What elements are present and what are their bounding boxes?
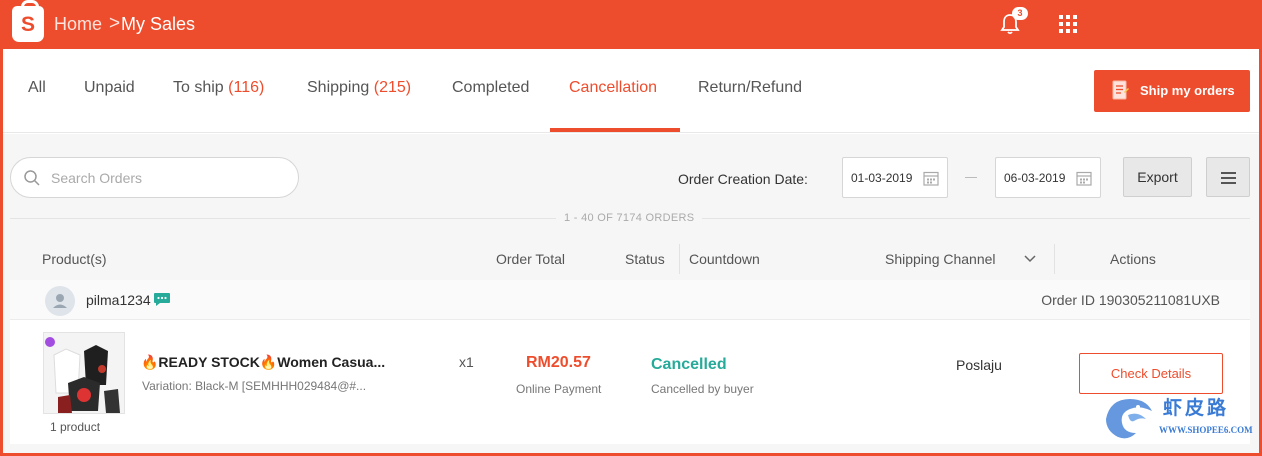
chat-icon[interactable] [153,291,171,307]
product-variation: Variation: Black-M [SEMHHH029484@#... [142,379,367,393]
breadcrumb-home[interactable]: Home [54,14,102,35]
product-quantity: x1 [459,354,474,370]
order-status: Cancelled [651,356,727,373]
ship-my-orders-button[interactable]: Ship my orders [1094,70,1250,112]
tab-cancellation[interactable]: Cancellation [569,79,657,97]
column-header-order-total: Order Total [496,251,565,267]
tab-to-ship[interactable]: To ship (116) [173,79,264,97]
document-icon [1112,80,1129,100]
column-header-shipping-channel[interactable]: Shipping Channel [885,251,996,267]
tab-completed[interactable]: Completed [452,79,529,97]
order-id: Order ID 190305211081UXB [1041,292,1220,308]
orders-panel: Order Creation Date: 01-03-2019 06-03-20… [3,134,1259,454]
payment-method: Online Payment [516,382,602,396]
column-divider [679,244,680,274]
product-image [44,333,124,413]
shipping-channel: Poslaju [956,357,1002,373]
user-icon [53,294,67,308]
calendar-icon [923,171,939,186]
ship-my-orders-label: Ship my orders [1140,83,1235,98]
order-row: 1 product 🔥READY STOCK🔥Women Casua... Va… [10,320,1250,444]
watermark-url: WWW.SHOPEE6.COM [1159,425,1253,435]
order-status-tabs: All Unpaid To ship (116) Shipping (215) … [3,49,1259,133]
date-to-picker[interactable]: 06-03-2019 [995,157,1101,198]
tab-count: (116) [228,79,265,96]
buyer-username[interactable]: pilma1234 [86,292,151,308]
column-divider [1054,244,1055,274]
product-name[interactable]: 🔥READY STOCK🔥Women Casua... [141,354,385,371]
order-card-header: pilma1234 Order ID 190305211081UXB [10,280,1250,320]
date-from-picker[interactable]: 01-03-2019 [842,157,948,198]
search-icon [24,170,40,186]
list-view-button[interactable] [1206,157,1250,197]
search-box [10,157,299,198]
notification-badge: 3 [1012,7,1028,20]
tab-shipping[interactable]: Shipping (215) [307,79,411,97]
breadcrumb-current: My Sales [121,14,196,34]
watermark-brand-text: 虾皮路 [1163,398,1230,419]
tab-all[interactable]: All [28,79,46,97]
shopee-logo-icon[interactable]: S [12,0,44,42]
tab-return-refund[interactable]: Return/Refund [698,79,802,97]
order-creation-date-label: Order Creation Date: [678,171,808,187]
orders-count-summary: 1 - 40 OF 7174 ORDERS [556,212,703,224]
order-total: RM20.57 [526,354,591,371]
column-header-countdown: Countdown [689,251,760,267]
date-to-value: 06-03-2019 [1004,171,1066,185]
top-bar: S Home > My Sales 3 [0,0,1262,49]
dragon-watermark-icon [1106,399,1152,439]
breadcrumb-separator: > [109,13,121,34]
tab-count: (215) [373,79,412,96]
chevron-down-icon[interactable] [1023,251,1037,265]
export-button[interactable]: Export [1123,157,1192,197]
calendar-icon [1076,171,1092,186]
apps-grid-icon[interactable] [1059,15,1077,33]
product-thumbnail[interactable] [43,332,125,414]
column-header-products: Product(s) [42,251,107,267]
check-details-button[interactable]: Check Details [1079,353,1223,394]
avatar [45,286,75,316]
tab-unpaid[interactable]: Unpaid [84,79,135,97]
order-status-detail: Cancelled by buyer [651,382,754,396]
search-orders-input[interactable] [51,168,281,188]
active-tab-indicator [550,128,680,132]
product-count: 1 product [50,420,101,434]
column-header-status: Status [625,251,665,267]
date-range-separator [965,177,977,178]
column-header-actions: Actions [1110,251,1156,267]
date-from-value: 01-03-2019 [851,171,913,185]
